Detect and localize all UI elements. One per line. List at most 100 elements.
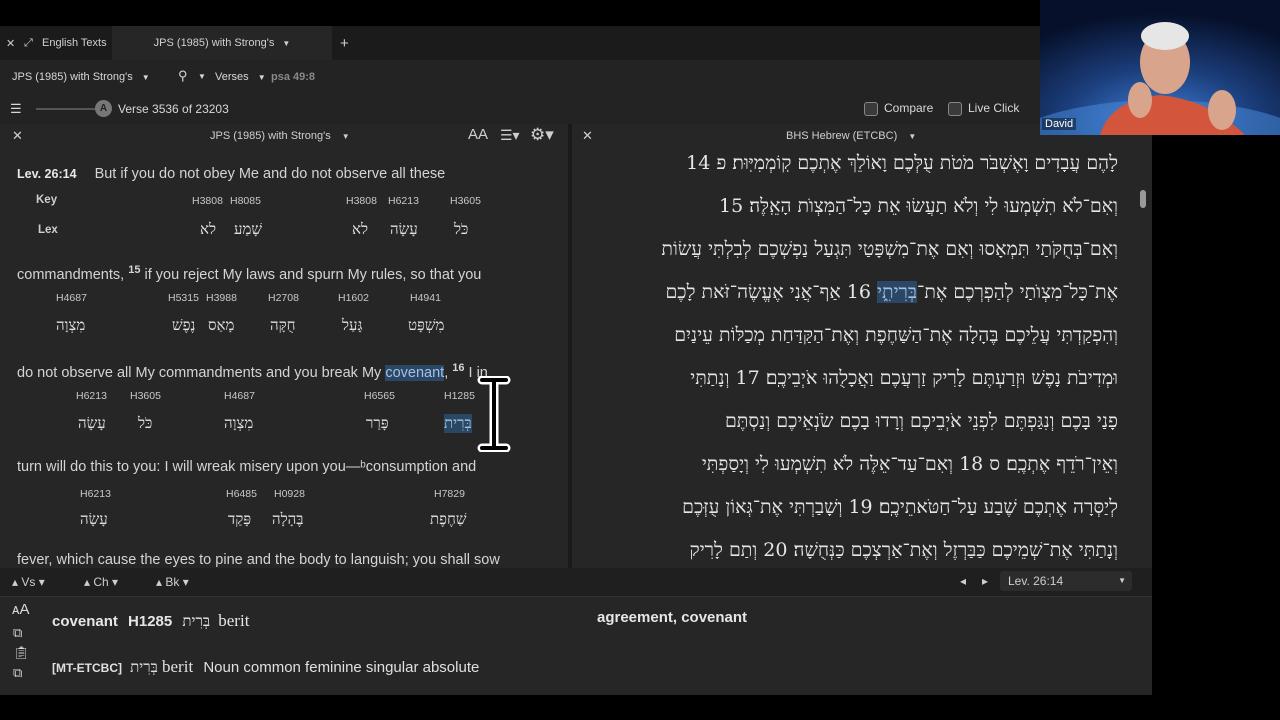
strongs-code[interactable]: H1602 <box>338 292 369 304</box>
clipboard-icon[interactable]: 📋︎ <box>13 645 30 661</box>
close-icon[interactable]: ✕ <box>12 128 23 144</box>
strongs-code[interactable]: H3808 <box>192 195 223 207</box>
strongs-code[interactable]: H6213 <box>76 390 107 402</box>
list-icon[interactable]: ☰ <box>10 101 22 117</box>
verse-line[interactable]: turn will do this to you: I will wreak m… <box>17 459 476 475</box>
tab-english-texts[interactable]: English Texts <box>42 26 107 60</box>
strongs-code[interactable]: H4687 <box>56 292 87 304</box>
strongs-code[interactable]: H6565 <box>364 390 395 402</box>
lexeme[interactable]: כֹּל <box>454 220 468 239</box>
chapter-nav[interactable]: ▴ Ch ▾ <box>84 575 118 589</box>
lexeme[interactable]: חֻקָּה <box>270 316 296 335</box>
lexeme[interactable]: שַׁחֶפֶת <box>430 510 467 529</box>
font-size-icon[interactable]: AA <box>468 126 488 143</box>
strongs-code[interactable]: H4687 <box>224 390 255 402</box>
book-nav[interactable]: ▴ Bk ▾ <box>156 575 189 589</box>
lexeme[interactable]: מִצְוָה <box>224 414 253 433</box>
strongs-code[interactable]: H6213 <box>80 488 111 500</box>
hebrew-line[interactable]: לְיַסְּרָה אֶתְכֶם שֶׁבַע עַל־חַטֹּאתֵיכ… <box>682 496 1118 519</box>
previous-arrow-icon[interactable]: ◂ <box>960 574 966 588</box>
hebrew-line[interactable]: וְאִם־בְּחֻקֹּתַי תִּמְאָסוּ וְאִם אֶת־מ… <box>661 238 1118 261</box>
live-click-toggle[interactable]: Live Click <box>948 101 1019 116</box>
hebrew-line[interactable]: וְאֵין־רֹדֵף אֶתְכֶֽם׃ ס 18 וְאִם־עַד־אֵ… <box>702 453 1118 476</box>
lexeme[interactable]: לא <box>352 220 368 239</box>
gear-icon[interactable]: ⚙▾ <box>530 125 554 145</box>
strongs-code[interactable]: H1285 <box>444 390 475 402</box>
strongs-code[interactable]: H4941 <box>410 292 441 304</box>
close-icon[interactable]: ✕ <box>6 26 15 60</box>
word-entry[interactable]: covenant H1285 בְּרִית berit <box>52 611 249 631</box>
window-icon[interactable]: ⧉ <box>13 665 22 681</box>
lexeme[interactable]: פָּרַר <box>366 414 389 433</box>
strongs-code[interactable]: H0928 <box>274 488 305 500</box>
lexeme[interactable]: מִצְוָה <box>56 316 85 335</box>
format-icon[interactable]: ☰▾ <box>500 127 520 144</box>
highlighted-word[interactable]: covenant <box>385 364 445 381</box>
verse-text[interactable]: if you reject My laws and spurn My rules… <box>145 267 482 283</box>
strongs-code[interactable]: H5315 <box>168 292 199 304</box>
scrollbar-thumb[interactable] <box>1140 190 1146 208</box>
expand-icon[interactable]: ⤢ <box>24 26 33 60</box>
hebrew-text[interactable]: ׃ 16 אַף־אֲנִי אֶעֱשֶׂה־זֹּאת לָכֶם <box>665 281 877 303</box>
strongs-code[interactable]: H6213 <box>388 195 419 207</box>
search-mode-dropdown[interactable]: Verses ▼ <box>215 71 266 83</box>
verse-text[interactable]: commandments, <box>17 267 124 283</box>
close-icon[interactable]: ✕ <box>582 128 593 144</box>
reference-dropdown[interactable]: Lev. 26:14 ▼ <box>1000 571 1132 591</box>
hebrew-line[interactable]: לָהֶם עֲבָדִים וָאֶשְׁבֹּר מֹטֹת עֻלְּכֶ… <box>686 152 1118 175</box>
copy-icon[interactable]: ⧉ <box>13 625 22 641</box>
lexeme[interactable]: לא <box>200 220 216 239</box>
font-size-icon[interactable]: ᴀA <box>12 601 29 618</box>
live-click-checkbox[interactable] <box>948 101 962 116</box>
verse-reference[interactable]: Lev. 26:14 <box>17 167 77 181</box>
webcam-video <box>1040 0 1280 135</box>
hebrew-text[interactable]: אֶת־כָּל־מִצְוֺתַי לְהַפְרְכֶם אֶת־ <box>917 281 1118 303</box>
hebrew-line[interactable]: וְנָתַתִּי אֶת־שְׁמֵיכֶם כַּבַּרְזֶל וְא… <box>690 539 1118 562</box>
hebrew-line[interactable]: וְהִפְקַדְתִּי עֲלֵיכֶם בֶּהָלָה אֶת־הַש… <box>674 324 1118 347</box>
strongs-code[interactable]: H3988 <box>206 292 237 304</box>
verse-text[interactable]: do not observe all My commandments and y… <box>17 365 381 381</box>
tab-bar: ✕ ⤢ English Texts JPS (1985) with Strong… <box>0 26 1152 60</box>
right-pane-resource-selector[interactable]: BHS Hebrew (ETCBC) ▼ <box>786 130 916 142</box>
strongs-code[interactable]: H3605 <box>450 195 481 207</box>
lexeme-highlighted[interactable]: בְּרִית <box>444 414 472 433</box>
strongs-code[interactable]: H7829 <box>434 488 465 500</box>
lexeme[interactable]: נֶפֶשׁ <box>172 316 195 335</box>
verse-counter: Verse 3536 of 23203 <box>118 102 229 116</box>
add-tab-button[interactable]: + <box>340 26 349 60</box>
hebrew-line[interactable]: פָנַי בָּכֶם וְנִגַּפְתֶּם לִפְנֵי אֹיְב… <box>725 410 1118 433</box>
lexeme[interactable]: עָשָׂה <box>78 414 106 433</box>
lexeme[interactable]: פָּקַד <box>228 510 251 529</box>
tab-jps[interactable]: JPS (1985) with Strong's ▼ <box>112 26 332 60</box>
chevron-down-icon[interactable]: ▼ <box>198 72 206 81</box>
lexeme[interactable]: מִשְׁפָּט <box>408 316 444 335</box>
compare-checkbox[interactable] <box>864 101 878 116</box>
strongs-code[interactable]: H6485 <box>226 488 257 500</box>
lexeme[interactable]: מָאַס <box>208 316 234 335</box>
strongs-code[interactable]: H3808 <box>346 195 377 207</box>
strongs-code[interactable]: H8085 <box>230 195 261 207</box>
verse-slider-handle[interactable]: A <box>95 100 112 117</box>
verse-line[interactable]: fever, which cause the eyes to pine and … <box>17 552 500 568</box>
resource-selector[interactable]: JPS (1985) with Strong's ▼ <box>12 71 150 83</box>
morphology-entry[interactable]: [MT-ETCBC] בְּרִית berit Noun common fem… <box>52 657 479 677</box>
hebrew-line[interactable]: אֶת־כָּל־מִצְוֺתַי לְהַפְרְכֶם אֶת־בְּרִ… <box>665 281 1118 304</box>
hebrew-line[interactable]: וּמְדִיבֹת נָפֶשׁ וּזְרַעְתֶּם לָרִיק זַ… <box>690 367 1118 390</box>
reference-input[interactable]: psa 49:8 <box>271 71 315 83</box>
lexeme[interactable]: גָּעַל <box>342 316 362 335</box>
lexeme[interactable]: כֹּל <box>138 414 152 433</box>
lexeme[interactable]: עָשָׂה <box>390 220 418 239</box>
lexeme[interactable]: עָשָׂה <box>80 510 108 529</box>
hebrew-line[interactable]: וְאִם־לֹא תִשְׁמְעוּ לִי וְלֹא תַעֲשׂוּ … <box>719 195 1118 218</box>
lexeme[interactable]: בֶּהָלָה <box>272 510 304 529</box>
strongs-code[interactable]: H2708 <box>268 292 299 304</box>
next-arrow-icon[interactable]: ▸ <box>982 574 988 588</box>
verse-text[interactable]: But if you do not obey Me and do not obs… <box>95 166 446 182</box>
highlighted-hebrew-word[interactable]: בְּרִיתִ֑י <box>877 281 918 303</box>
lexeme[interactable]: שָׁמַע <box>234 220 262 239</box>
verse-nav[interactable]: ▴ Vs ▾ <box>12 575 45 589</box>
strongs-code[interactable]: H3605 <box>130 390 161 402</box>
compare-toggle[interactable]: Compare <box>864 101 933 116</box>
search-icon[interactable]: ⚲ <box>178 68 188 84</box>
left-pane-resource-selector[interactable]: JPS (1985) with Strong's ▼ <box>210 130 350 142</box>
